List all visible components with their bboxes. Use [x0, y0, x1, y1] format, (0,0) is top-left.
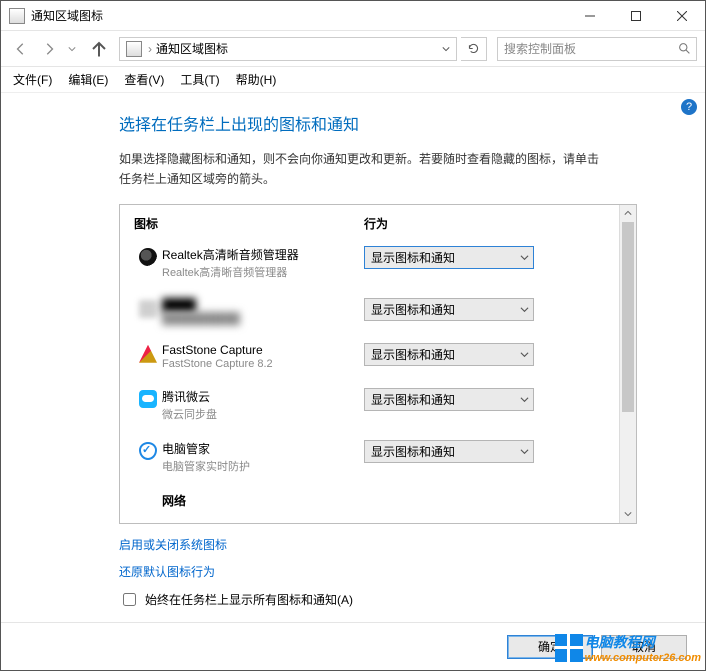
location-icon — [126, 41, 142, 57]
help-icon[interactable]: ? — [681, 99, 697, 115]
combobox-value: 显示图标和通知 — [365, 443, 515, 460]
address-bar[interactable]: › 通知区域图标 — [119, 37, 457, 61]
row-title: 电脑管家 — [162, 440, 356, 457]
window-title: 通知区域图标 — [31, 7, 567, 24]
combobox-value: 显示图标和通知 — [365, 301, 515, 318]
chevron-down-icon — [515, 253, 533, 262]
maximize-button[interactable] — [613, 1, 659, 30]
combobox-value: 显示图标和通知 — [365, 391, 515, 408]
row-subtitle: 微云同步盘 — [162, 406, 356, 422]
address-dropdown-button[interactable] — [438, 45, 454, 53]
app-icon — [9, 8, 25, 24]
search-placeholder: 搜索控制面板 — [498, 40, 672, 57]
row-title: FastStone Capture — [162, 343, 356, 357]
scroll-up-button[interactable] — [620, 205, 636, 222]
list-row: Realtek高清晰音频管理器Realtek高清晰音频管理器显示图标和通知 — [120, 238, 619, 290]
list-row: 腾讯微云微云同步盘显示图标和通知 — [120, 380, 619, 432]
app-icon-guanjia — [139, 442, 157, 460]
minimize-button[interactable] — [567, 1, 613, 30]
menu-view[interactable]: 查看(V) — [118, 69, 170, 90]
row-partial-title: 网络 — [162, 492, 356, 509]
scroll-thumb[interactable] — [622, 222, 634, 412]
always-show-checkbox-row: 始终在任务栏上显示所有图标和通知(A) — [119, 590, 657, 609]
row-title: 腾讯微云 — [162, 388, 356, 405]
always-show-label[interactable]: 始终在任务栏上显示所有图标和通知(A) — [145, 591, 353, 608]
list-header: 图标 行为 — [120, 205, 619, 238]
breadcrumb-sep-icon: › — [148, 42, 152, 56]
app-icon-blur — [139, 300, 157, 318]
page-heading: 选择在任务栏上出现的图标和通知 — [119, 111, 657, 135]
ok-button[interactable]: 确定 — [507, 635, 593, 659]
content-area: ? 选择在任务栏上出现的图标和通知 如果选择隐藏图标和通知，则不会向你通知更改和… — [1, 93, 705, 622]
title-bar: 通知区域图标 — [1, 1, 705, 31]
row-title: Realtek高清晰音频管理器 — [162, 246, 356, 263]
app-icon-fs — [139, 345, 157, 363]
behavior-combobox[interactable]: 显示图标和通知 — [364, 388, 534, 411]
row-title: ████ — [162, 298, 356, 312]
scroll-down-button[interactable] — [620, 506, 636, 523]
search-box[interactable]: 搜索控制面板 — [497, 37, 697, 61]
row-subtitle: ██████████ — [162, 313, 356, 325]
list-row: FastStone CaptureFastStone Capture 8.2 显示… — [120, 335, 619, 380]
col-header-icon: 图标 — [134, 215, 364, 232]
link-system-icons[interactable]: 启用或关闭系统图标 — [119, 536, 657, 553]
behavior-combobox[interactable]: 显示图标和通知 — [364, 246, 534, 269]
nav-back-button[interactable] — [9, 37, 33, 61]
chevron-down-icon — [515, 447, 533, 456]
links-section: 启用或关闭系统图标 还原默认图标行为 — [119, 536, 657, 580]
row-subtitle: 电脑管家实时防护 — [162, 458, 356, 474]
col-header-behavior: 行为 — [364, 215, 605, 232]
menu-tools[interactable]: 工具(T) — [174, 69, 225, 90]
refresh-button[interactable] — [461, 37, 487, 61]
nav-forward-button[interactable] — [37, 37, 61, 61]
breadcrumb-segment[interactable]: 通知区域图标 — [154, 40, 230, 57]
behavior-combobox[interactable]: 显示图标和通知 — [364, 343, 534, 366]
menu-bar: 文件(F) 编辑(E) 查看(V) 工具(T) 帮助(H) — [1, 67, 705, 93]
app-icon-weiyun — [139, 390, 157, 408]
navigation-bar: › 通知区域图标 搜索控制面板 — [1, 31, 705, 67]
row-subtitle: FastStone Capture 8.2 — [162, 358, 356, 370]
chevron-down-icon — [515, 350, 533, 359]
list-scrollbar[interactable] — [619, 205, 636, 523]
window-frame: 通知区域图标 › 通知区域图标 搜索控制面板 文件(F) 编辑(E) 查看(V)… — [0, 0, 706, 671]
close-button[interactable] — [659, 1, 705, 30]
footer: 确定 取消 — [1, 622, 705, 670]
list-row-partial: 网络 — [120, 484, 619, 519]
list-row: 电脑管家电脑管家实时防护显示图标和通知 — [120, 432, 619, 484]
combobox-value: 显示图标和通知 — [365, 346, 515, 363]
page-description: 如果选择隐藏图标和通知，则不会向你通知更改和更新。若要随时查看隐藏的图标，请单击… — [119, 149, 607, 190]
menu-edit[interactable]: 编辑(E) — [62, 69, 114, 90]
row-subtitle: Realtek高清晰音频管理器 — [162, 264, 356, 280]
always-show-checkbox[interactable] — [123, 593, 136, 606]
combobox-value: 显示图标和通知 — [365, 249, 515, 266]
link-restore-defaults[interactable]: 还原默认图标行为 — [119, 563, 657, 580]
cancel-button[interactable]: 取消 — [601, 635, 687, 659]
app-icon-realtek — [139, 248, 157, 266]
behavior-combobox[interactable]: 显示图标和通知 — [364, 440, 534, 463]
chevron-down-icon — [515, 395, 533, 404]
list-row: ██████████████ 显示图标和通知 — [120, 290, 619, 335]
icon-list-frame: 图标 行为 Realtek高清晰音频管理器Realtek高清晰音频管理器显示图标… — [119, 204, 637, 524]
menu-help[interactable]: 帮助(H) — [230, 69, 283, 90]
nav-history-button[interactable] — [65, 45, 79, 53]
search-icon[interactable] — [672, 42, 696, 55]
behavior-combobox[interactable]: 显示图标和通知 — [364, 298, 534, 321]
nav-up-button[interactable] — [87, 37, 111, 61]
menu-file[interactable]: 文件(F) — [7, 69, 58, 90]
chevron-down-icon — [515, 305, 533, 314]
